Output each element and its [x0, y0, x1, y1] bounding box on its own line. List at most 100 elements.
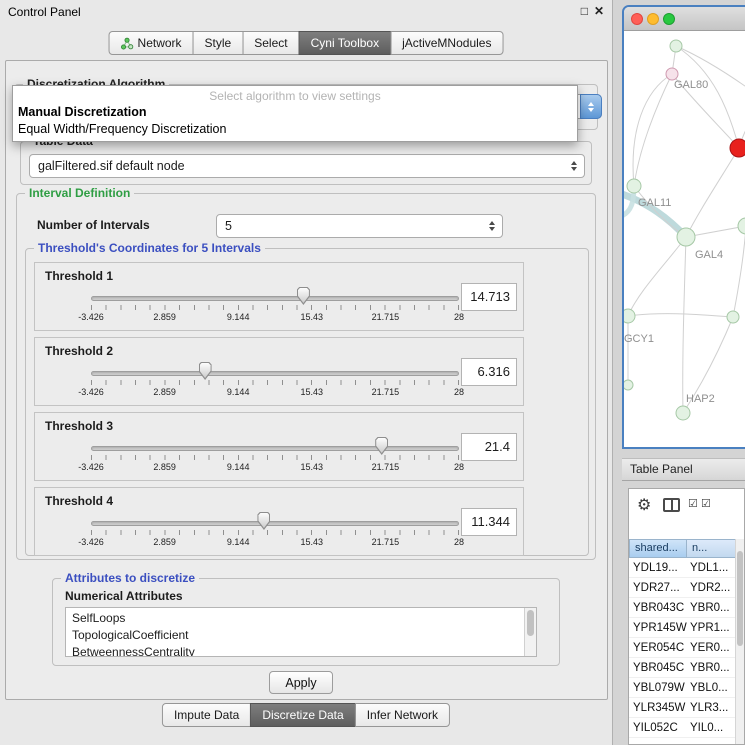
float-window-icon[interactable]: □	[581, 4, 588, 18]
apply-button[interactable]: Apply	[269, 671, 333, 694]
cell-name: YDR2...	[687, 578, 737, 597]
tab-label: Select	[254, 36, 287, 50]
attribute-list-item[interactable]: SelfLoops	[72, 610, 522, 627]
slider-track[interactable]	[91, 371, 459, 376]
tab-label: Infer Network	[367, 708, 438, 722]
threshold-panel-3: Threshold 3 -3.4262.8599.14415.4321.7152…	[34, 412, 524, 481]
table-row[interactable]: YPR145WYPR1...	[629, 618, 737, 638]
tab-infer-network[interactable]: Infer Network	[355, 703, 450, 727]
tick-label: -3.426	[78, 462, 104, 472]
network-node[interactable]	[627, 179, 641, 193]
network-view-window[interactable]: GAL80 GAL11 GAL4 GCY1 HAP2	[622, 5, 745, 449]
dropdown-placeholder-item[interactable]: Select algorithm to view settings	[13, 88, 577, 104]
tick-label: 2.859	[153, 312, 176, 322]
numerical-attributes-label: Numerical Attributes	[65, 589, 183, 603]
attribute-list-item[interactable]: TopologicalCoefficient	[72, 627, 522, 644]
numerical-attributes-list[interactable]: SelfLoopsTopologicalCoefficientBetweenne…	[65, 607, 537, 657]
number-of-intervals-combo[interactable]: 5	[216, 214, 503, 238]
table-data-group: Table Data galFiltered.sif default node	[20, 141, 592, 185]
attribute-list-item[interactable]: BetweennessCentrality	[72, 644, 522, 657]
network-node[interactable]	[670, 40, 682, 52]
slider-ticks	[91, 530, 459, 535]
algorithm-dropdown: Select algorithm to view settings Manual…	[12, 85, 578, 142]
threshold-value-field[interactable]: 6.316	[461, 358, 517, 386]
scrollbar-thumb[interactable]	[737, 551, 743, 646]
list-scrollbar[interactable]	[524, 608, 536, 656]
threshold-value-field[interactable]: 11.344	[461, 508, 517, 536]
table-row[interactable]: YER054CYER0...	[629, 638, 737, 658]
cell-shared-name: YBR045C	[629, 658, 687, 677]
table-header-row: shared... n...	[629, 539, 737, 558]
network-icon	[121, 37, 134, 50]
close-icon[interactable]: ✕	[594, 4, 604, 18]
network-node[interactable]	[677, 228, 695, 246]
slider-track[interactable]	[91, 296, 459, 301]
minimize-traffic-light-icon[interactable]	[647, 13, 659, 25]
table-row[interactable]: YBR043CYBR0...	[629, 598, 737, 618]
tick-label: 9.144	[227, 462, 250, 472]
threshold-value-field[interactable]: 21.4	[461, 433, 517, 461]
tab-cyni-toolbox[interactable]: Cyni Toolbox	[299, 31, 391, 55]
dropdown-option-manual-discretization[interactable]: Manual Discretization	[13, 104, 577, 121]
interval-definition-label: Interval Definition	[25, 186, 134, 200]
tick-label: -3.426	[78, 312, 104, 322]
close-traffic-light-icon[interactable]	[631, 13, 643, 25]
tab-jactivemnodules[interactable]: jActiveMNodules	[390, 31, 503, 55]
threshold-slider[interactable]: -3.4262.8599.14415.4321.71528	[91, 437, 459, 477]
table-row[interactable]: YDR27...YDR2...	[629, 578, 737, 598]
tick-label: 15.43	[301, 387, 324, 397]
select-checkbox-icon[interactable]: ☑	[701, 497, 711, 510]
tick-label: 15.43	[301, 462, 324, 472]
arrow-down-icon	[588, 108, 594, 112]
network-canvas[interactable]: GAL80 GAL11 GAL4 GCY1 HAP2	[624, 31, 745, 447]
highlighted-node-red[interactable]	[730, 139, 745, 157]
network-node[interactable]	[676, 406, 690, 420]
tab-label: Discretize Data	[262, 708, 343, 722]
slider-thumb[interactable]	[375, 437, 388, 455]
slider-thumb[interactable]	[199, 362, 212, 380]
slider-track[interactable]	[91, 446, 459, 451]
network-node[interactable]	[624, 309, 635, 323]
cell-shared-name: YDR27...	[629, 578, 687, 597]
slider-track[interactable]	[91, 521, 459, 526]
table-row[interactable]: YBL079WYBL0...	[629, 678, 737, 698]
combo-arrows-icon[interactable]	[580, 94, 602, 119]
zoom-traffic-light-icon[interactable]	[663, 13, 675, 25]
attributes-group: Attributes to discretize Numerical Attri…	[52, 578, 560, 666]
column-header-name[interactable]: n...	[687, 539, 737, 558]
table-scrollbar[interactable]	[735, 539, 744, 744]
tab-select[interactable]: Select	[242, 31, 299, 55]
table-row[interactable]: YBR045CYBR0...	[629, 658, 737, 678]
tab-label: Network	[138, 36, 182, 50]
table-row[interactable]: YLR345WYLR3...	[629, 698, 737, 718]
table-row[interactable]: YDL19...YDL1...	[629, 558, 737, 578]
tick-label: 2.859	[153, 387, 176, 397]
gear-icon[interactable]: ⚙	[637, 495, 651, 515]
select-checkbox-icon[interactable]: ☑	[688, 497, 698, 510]
app-root: Control Panel □ ✕ NetworkStyleSelectCyni…	[0, 0, 745, 745]
tab-discretize-data[interactable]: Discretize Data	[250, 703, 355, 727]
cell-shared-name: YPR145W	[629, 618, 687, 637]
table-row[interactable]: YIL052CYIL0...	[629, 718, 737, 738]
tick-label: 9.144	[227, 312, 250, 322]
tab-impute-data[interactable]: Impute Data	[162, 703, 251, 727]
slider-thumb[interactable]	[257, 512, 270, 530]
threshold-slider[interactable]: -3.4262.8599.14415.4321.71528	[91, 512, 459, 552]
network-node[interactable]	[727, 311, 739, 323]
tick-label: 28	[454, 387, 464, 397]
threshold-value-field[interactable]: 14.713	[461, 283, 517, 311]
table-data-combo[interactable]: galFiltered.sif default node	[29, 154, 585, 178]
scrollbar-thumb[interactable]	[527, 610, 534, 636]
dropdown-option-equal-width-frequency[interactable]: Equal Width/Frequency Discretization	[13, 121, 577, 138]
tab-style[interactable]: Style	[193, 31, 244, 55]
threshold-slider[interactable]: -3.4262.8599.14415.4321.71528	[91, 287, 459, 327]
columns-icon[interactable]	[663, 498, 680, 512]
network-node[interactable]	[624, 380, 633, 390]
threshold-slider[interactable]: -3.4262.8599.14415.4321.71528	[91, 362, 459, 402]
column-header-shared-name[interactable]: shared...	[629, 539, 687, 558]
network-node[interactable]	[738, 218, 745, 234]
combo-value: 5	[217, 219, 502, 233]
tab-network[interactable]: Network	[109, 31, 194, 55]
table-toolbar: ⚙ ☑ ☑	[629, 489, 744, 523]
slider-thumb[interactable]	[297, 287, 310, 305]
